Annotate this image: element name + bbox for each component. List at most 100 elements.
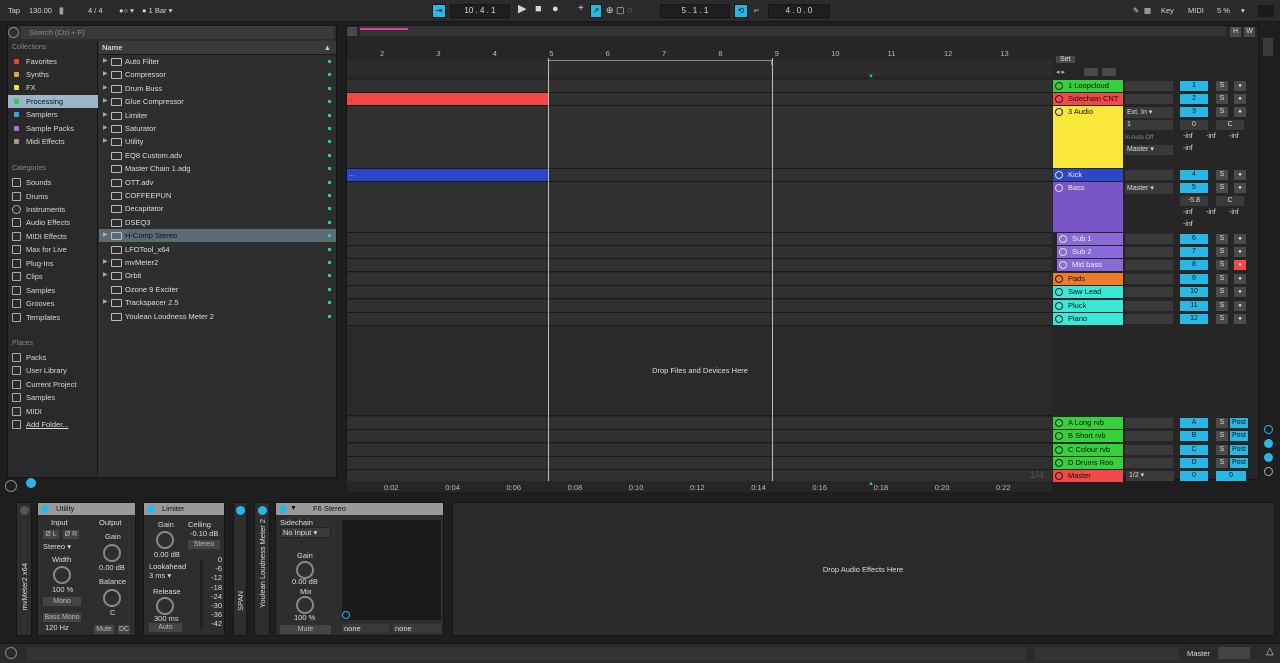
lookahead-select[interactable]: 3 ms ▾ xyxy=(149,571,171,580)
post-button[interactable]: Post xyxy=(1230,418,1248,428)
return-lane[interactable] xyxy=(347,443,1052,457)
track-number-button[interactable]: 2 xyxy=(1180,94,1208,104)
return-letter-button[interactable]: B xyxy=(1180,431,1208,442)
solo-button[interactable]: S xyxy=(1216,94,1228,104)
limiter-title[interactable]: Limiter xyxy=(144,503,224,515)
solo-button[interactable]: S xyxy=(1216,444,1228,455)
io-toggle-icon[interactable] xyxy=(1264,425,1273,434)
clip-slot[interactable] xyxy=(1125,94,1173,104)
sidechain-select[interactable]: No Input ▾ xyxy=(280,527,331,538)
solo-button[interactable]: S xyxy=(1216,301,1228,311)
sidebar-item-sample-packs[interactable]: Sample Packs xyxy=(8,122,98,135)
detail-toggle-icon[interactable]: △ xyxy=(1266,646,1274,657)
browser-item[interactable]: Decapitator xyxy=(99,202,336,215)
browser-item[interactable]: Ozone 9 Exciter xyxy=(99,283,336,296)
post-button[interactable]: Post xyxy=(1230,444,1248,455)
sidebar-item-midi-effects[interactable]: MIDI Effects xyxy=(8,230,98,243)
track-header[interactable]: Pluck xyxy=(1053,300,1123,312)
track-header[interactable]: Sub 2 xyxy=(1057,246,1123,258)
post-button[interactable]: Post xyxy=(1230,458,1248,469)
scrollbar[interactable] xyxy=(1263,38,1273,56)
track-activator-icon[interactable] xyxy=(1055,108,1063,116)
balance-knob[interactable] xyxy=(103,589,121,607)
width-knob[interactable] xyxy=(53,566,71,584)
track-lane[interactable] xyxy=(347,286,1052,299)
dc-button[interactable]: DC xyxy=(118,625,130,634)
expand-arrow-icon[interactable]: ▶ xyxy=(103,82,108,95)
track-number-button[interactable]: 9 xyxy=(1180,274,1208,284)
clip-slot[interactable] xyxy=(1125,314,1173,324)
track-number-button[interactable]: 5 xyxy=(1180,183,1208,193)
track-lane[interactable] xyxy=(347,233,1052,246)
browser-item[interactable]: Master Chain 1.adg xyxy=(99,162,336,175)
release-value[interactable]: 300 ms xyxy=(154,614,179,623)
sidebar-item-midi-effects-coll[interactable]: Midi Effects xyxy=(8,135,98,148)
track-lane[interactable] xyxy=(347,259,1052,272)
clip-slot[interactable] xyxy=(1125,81,1173,91)
status-toggle-icon[interactable] xyxy=(5,647,17,659)
device-on-icon[interactable] xyxy=(41,505,49,513)
track-activator-icon[interactable] xyxy=(1055,184,1063,192)
channel-mode-select[interactable]: Stereo ▾ xyxy=(43,542,71,551)
track3-pan[interactable]: C xyxy=(1216,120,1244,130)
expand-arrow-icon[interactable]: ▶ xyxy=(103,122,108,135)
return-lane[interactable] xyxy=(347,430,1052,444)
limiter-gain-knob[interactable] xyxy=(156,531,174,549)
beat-ruler[interactable]: 2 3 4 5 6 7 8 9 10 11 12 13 xyxy=(347,47,1052,59)
time-signature[interactable]: 4 / 4 xyxy=(88,5,103,17)
audio-output-select[interactable]: Master ▾ xyxy=(1125,145,1173,155)
clip-slot[interactable] xyxy=(1125,170,1173,180)
browser-item[interactable]: EQ8 Custom.adv xyxy=(99,149,336,162)
track-activator-icon[interactable] xyxy=(1055,288,1063,296)
clip-slot[interactable] xyxy=(1125,260,1173,270)
mix-value[interactable]: 100 % xyxy=(294,613,315,622)
tempo-field[interactable]: 130.00 xyxy=(29,5,52,17)
bass-pan[interactable]: C xyxy=(1216,196,1244,206)
phase-right-button[interactable]: Ø R xyxy=(63,530,79,539)
hotswap-button[interactable]: H xyxy=(1230,27,1241,37)
track-activator-icon[interactable] xyxy=(1055,432,1063,441)
track-activator-icon[interactable] xyxy=(1055,419,1063,427)
mixer-toggle-icon[interactable] xyxy=(1264,453,1273,462)
macro-select-1[interactable]: none xyxy=(342,624,389,633)
metronome-toggle-icon[interactable]: ●○ ▾ xyxy=(119,5,134,17)
limiter-gain-value[interactable]: 0.00 dB xyxy=(154,550,180,559)
tap-button[interactable]: Tap xyxy=(8,5,20,17)
gain-knob[interactable] xyxy=(103,544,121,562)
expand-arrow-icon[interactable]: ▶ xyxy=(103,296,108,309)
arm-icon[interactable]: ● xyxy=(1234,314,1246,324)
record-icon[interactable]: ● xyxy=(552,3,559,15)
loop-start[interactable]: 5 . 1 . 1 xyxy=(660,4,730,18)
balance-value[interactable]: C xyxy=(110,608,115,617)
track-number-button[interactable]: 10 xyxy=(1180,287,1208,297)
track-activator-icon[interactable] xyxy=(1059,248,1067,256)
browser-item[interactable]: ▶ Drum Buss xyxy=(99,82,336,95)
browser-item[interactable]: ▶ H-Comp Stereo xyxy=(99,229,336,243)
return-letter-button[interactable]: D xyxy=(1180,458,1208,469)
track-activator-icon[interactable] xyxy=(1059,261,1067,269)
return-slot[interactable] xyxy=(1125,431,1173,442)
capture-icon[interactable]: ⊕ ▢ ◌ xyxy=(606,4,632,16)
plugin-edit-icon[interactable] xyxy=(342,611,350,619)
return-letter-button[interactable]: A xyxy=(1180,418,1208,428)
sidebar-item-packs[interactable]: Packs xyxy=(8,351,98,364)
key-map-icon[interactable]: ▦ xyxy=(1144,5,1151,17)
solo-button[interactable]: S xyxy=(1216,418,1228,428)
solo-button[interactable]: S xyxy=(1216,314,1228,324)
track-lane[interactable] xyxy=(347,80,1052,93)
browser-item[interactable]: COFFEEPUN xyxy=(99,189,336,202)
view-switch-icon[interactable] xyxy=(1218,647,1250,659)
clip-slot[interactable] xyxy=(1125,274,1173,284)
follow-icon[interactable]: ⇥ xyxy=(432,4,446,18)
sidebar-item-grooves[interactable]: Grooves xyxy=(8,297,98,310)
return-lane[interactable] xyxy=(347,417,1052,430)
track-header[interactable]: Sidechain CNT xyxy=(1053,93,1123,105)
track-header[interactable]: 3 Audio xyxy=(1053,106,1123,168)
cpu-menu-icon[interactable]: ▾ xyxy=(1241,5,1245,17)
sidebar-item-audio-effects[interactable]: Audio Effects xyxy=(8,216,98,229)
monitor-in[interactable]: In xyxy=(1125,135,1130,141)
sidebar-item-drums[interactable]: Drums xyxy=(8,190,98,203)
track-header[interactable]: Saw Lead xyxy=(1053,286,1123,298)
track-lane[interactable] xyxy=(347,182,1052,233)
monitor-auto[interactable]: Auto xyxy=(1131,135,1143,141)
